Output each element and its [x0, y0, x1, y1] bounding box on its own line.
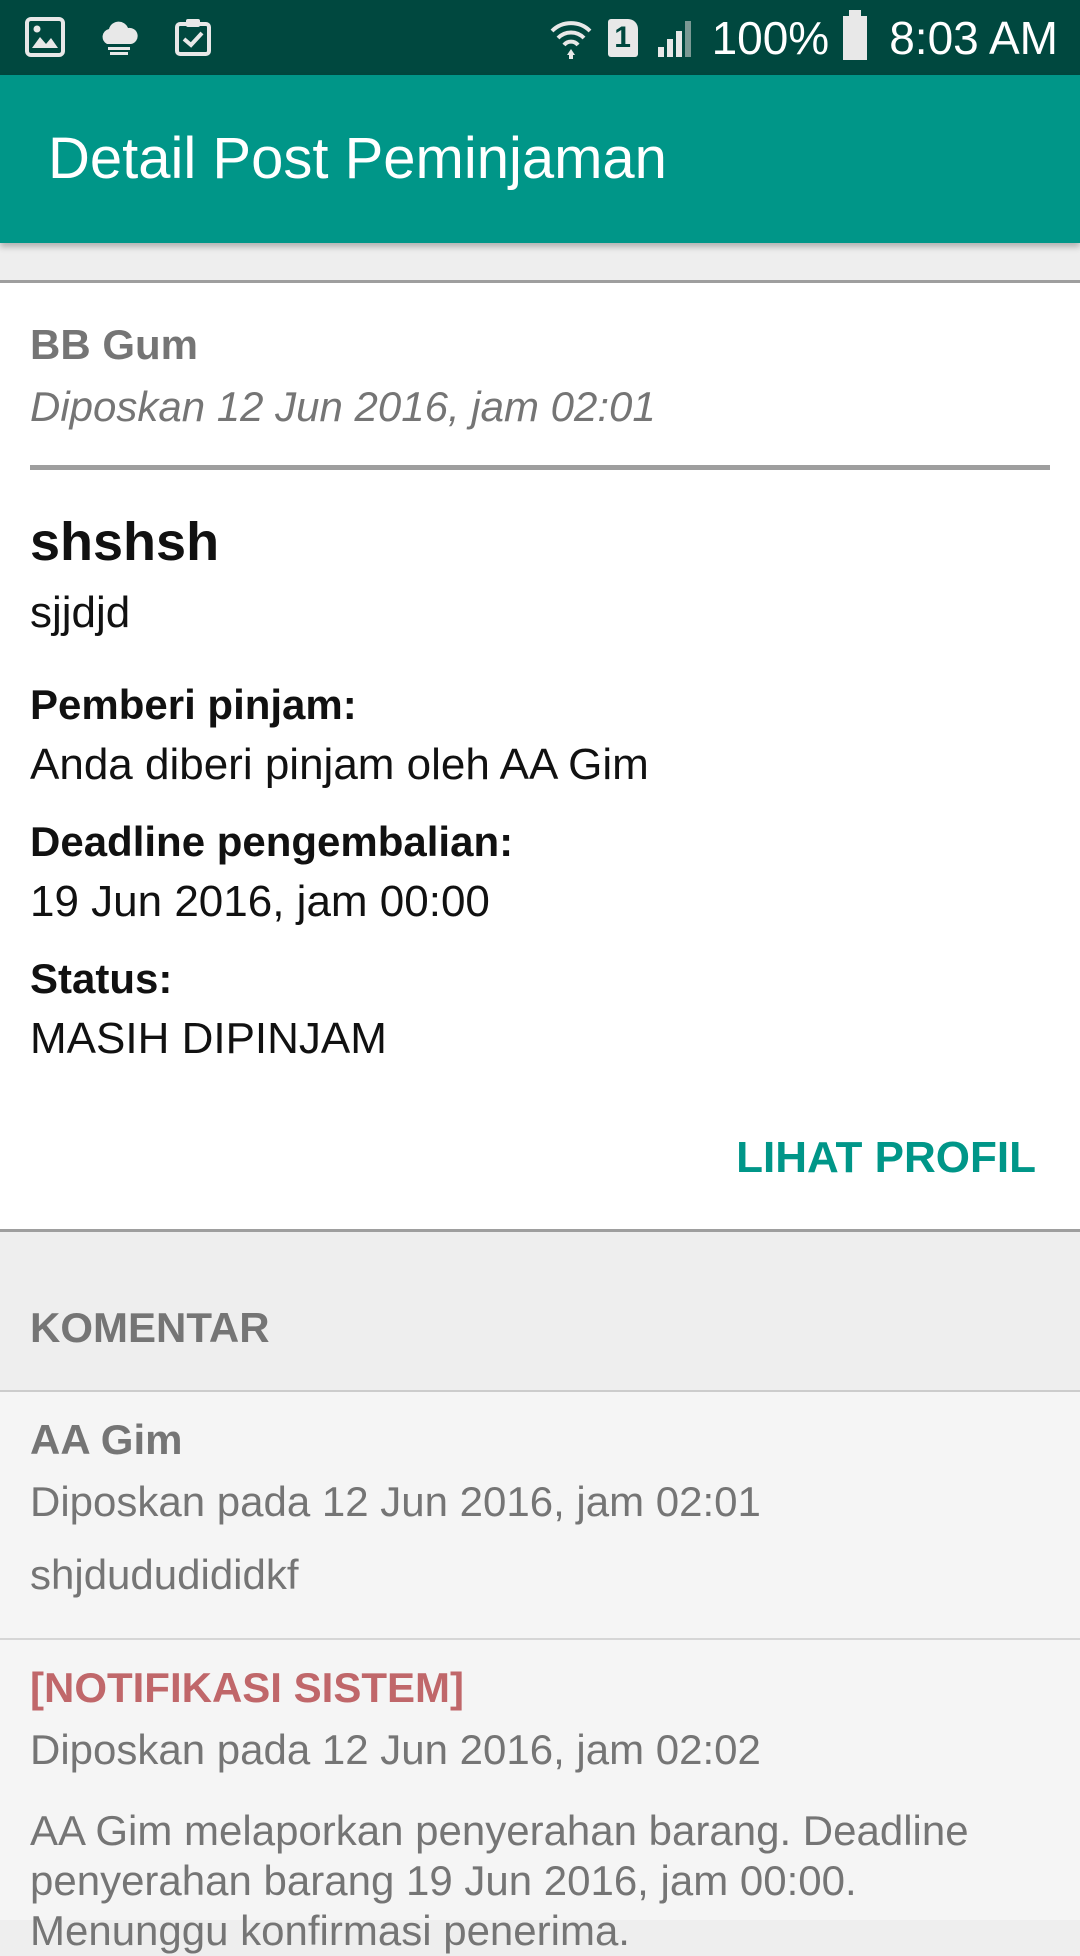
lender-label: Pemberi pinjam:: [30, 681, 357, 728]
lender-value: Anda diberi pinjam oleh AA Gim: [30, 740, 649, 789]
signal-icon: [657, 20, 691, 57]
app-bar: Detail Post Peminjaman: [0, 75, 1080, 243]
cloud-icon: [102, 21, 138, 55]
clock: 8:03 AM: [889, 11, 1058, 64]
sim-icon: 1: [607, 18, 638, 57]
post-date: Diposkan 12 Jun 2016, jam 02:01: [30, 383, 656, 430]
post-divider: [30, 465, 1050, 470]
system-notification-item: [NOTIFIKASI SISTEM] Diposkan pada 12 Jun…: [0, 1640, 1080, 1954]
status-bar: 1 100% 8:03 AM: [0, 0, 1080, 75]
status-bar-notifications: [22, 14, 216, 60]
clipboard-check-icon: [175, 19, 211, 56]
gallery-icon: [25, 17, 65, 57]
deadline-value: 19 Jun 2016, jam 00:00: [30, 877, 490, 926]
battery-percentage: 100%: [711, 11, 830, 64]
comment-date: Diposkan pada 12 Jun 2016, jam 02:02: [30, 1726, 761, 1773]
comment-author: AA Gim: [30, 1416, 183, 1463]
status-bar-system: 1 100% 8:03 AM: [548, 0, 1058, 75]
post-author: BB Gum: [30, 321, 198, 368]
comment-body: AA Gim melaporkan penyerahan barang. Dea…: [30, 1807, 969, 1954]
page-title: Detail Post Peminjaman: [48, 126, 667, 191]
comment-author: [NOTIFIKASI SISTEM]: [30, 1664, 464, 1711]
comment-date: Diposkan pada 12 Jun 2016, jam 02:01: [30, 1478, 761, 1525]
status-label: Status:: [30, 955, 173, 1002]
wifi-icon: [550, 20, 591, 59]
view-profile-button[interactable]: LIHAT PROFIL: [736, 1133, 1036, 1183]
comments-title: KOMENTAR: [30, 1304, 270, 1351]
post-title: shshsh: [30, 512, 220, 572]
battery-icon: [843, 9, 868, 60]
post-description: sjjdjd: [30, 588, 131, 637]
comment-item: AA Gim Diposkan pada 12 Jun 2016, jam 02…: [0, 1392, 1080, 1640]
post-card: BB Gum Diposkan 12 Jun 2016, jam 02:01 s…: [0, 280, 1080, 1232]
comments-header: KOMENTAR: [0, 1232, 1080, 1392]
deadline-label: Deadline pengembalian:: [30, 818, 514, 865]
status-value: MASIH DIPINJAM: [30, 1014, 387, 1063]
comment-body: shjdududididkf: [30, 1551, 299, 1598]
